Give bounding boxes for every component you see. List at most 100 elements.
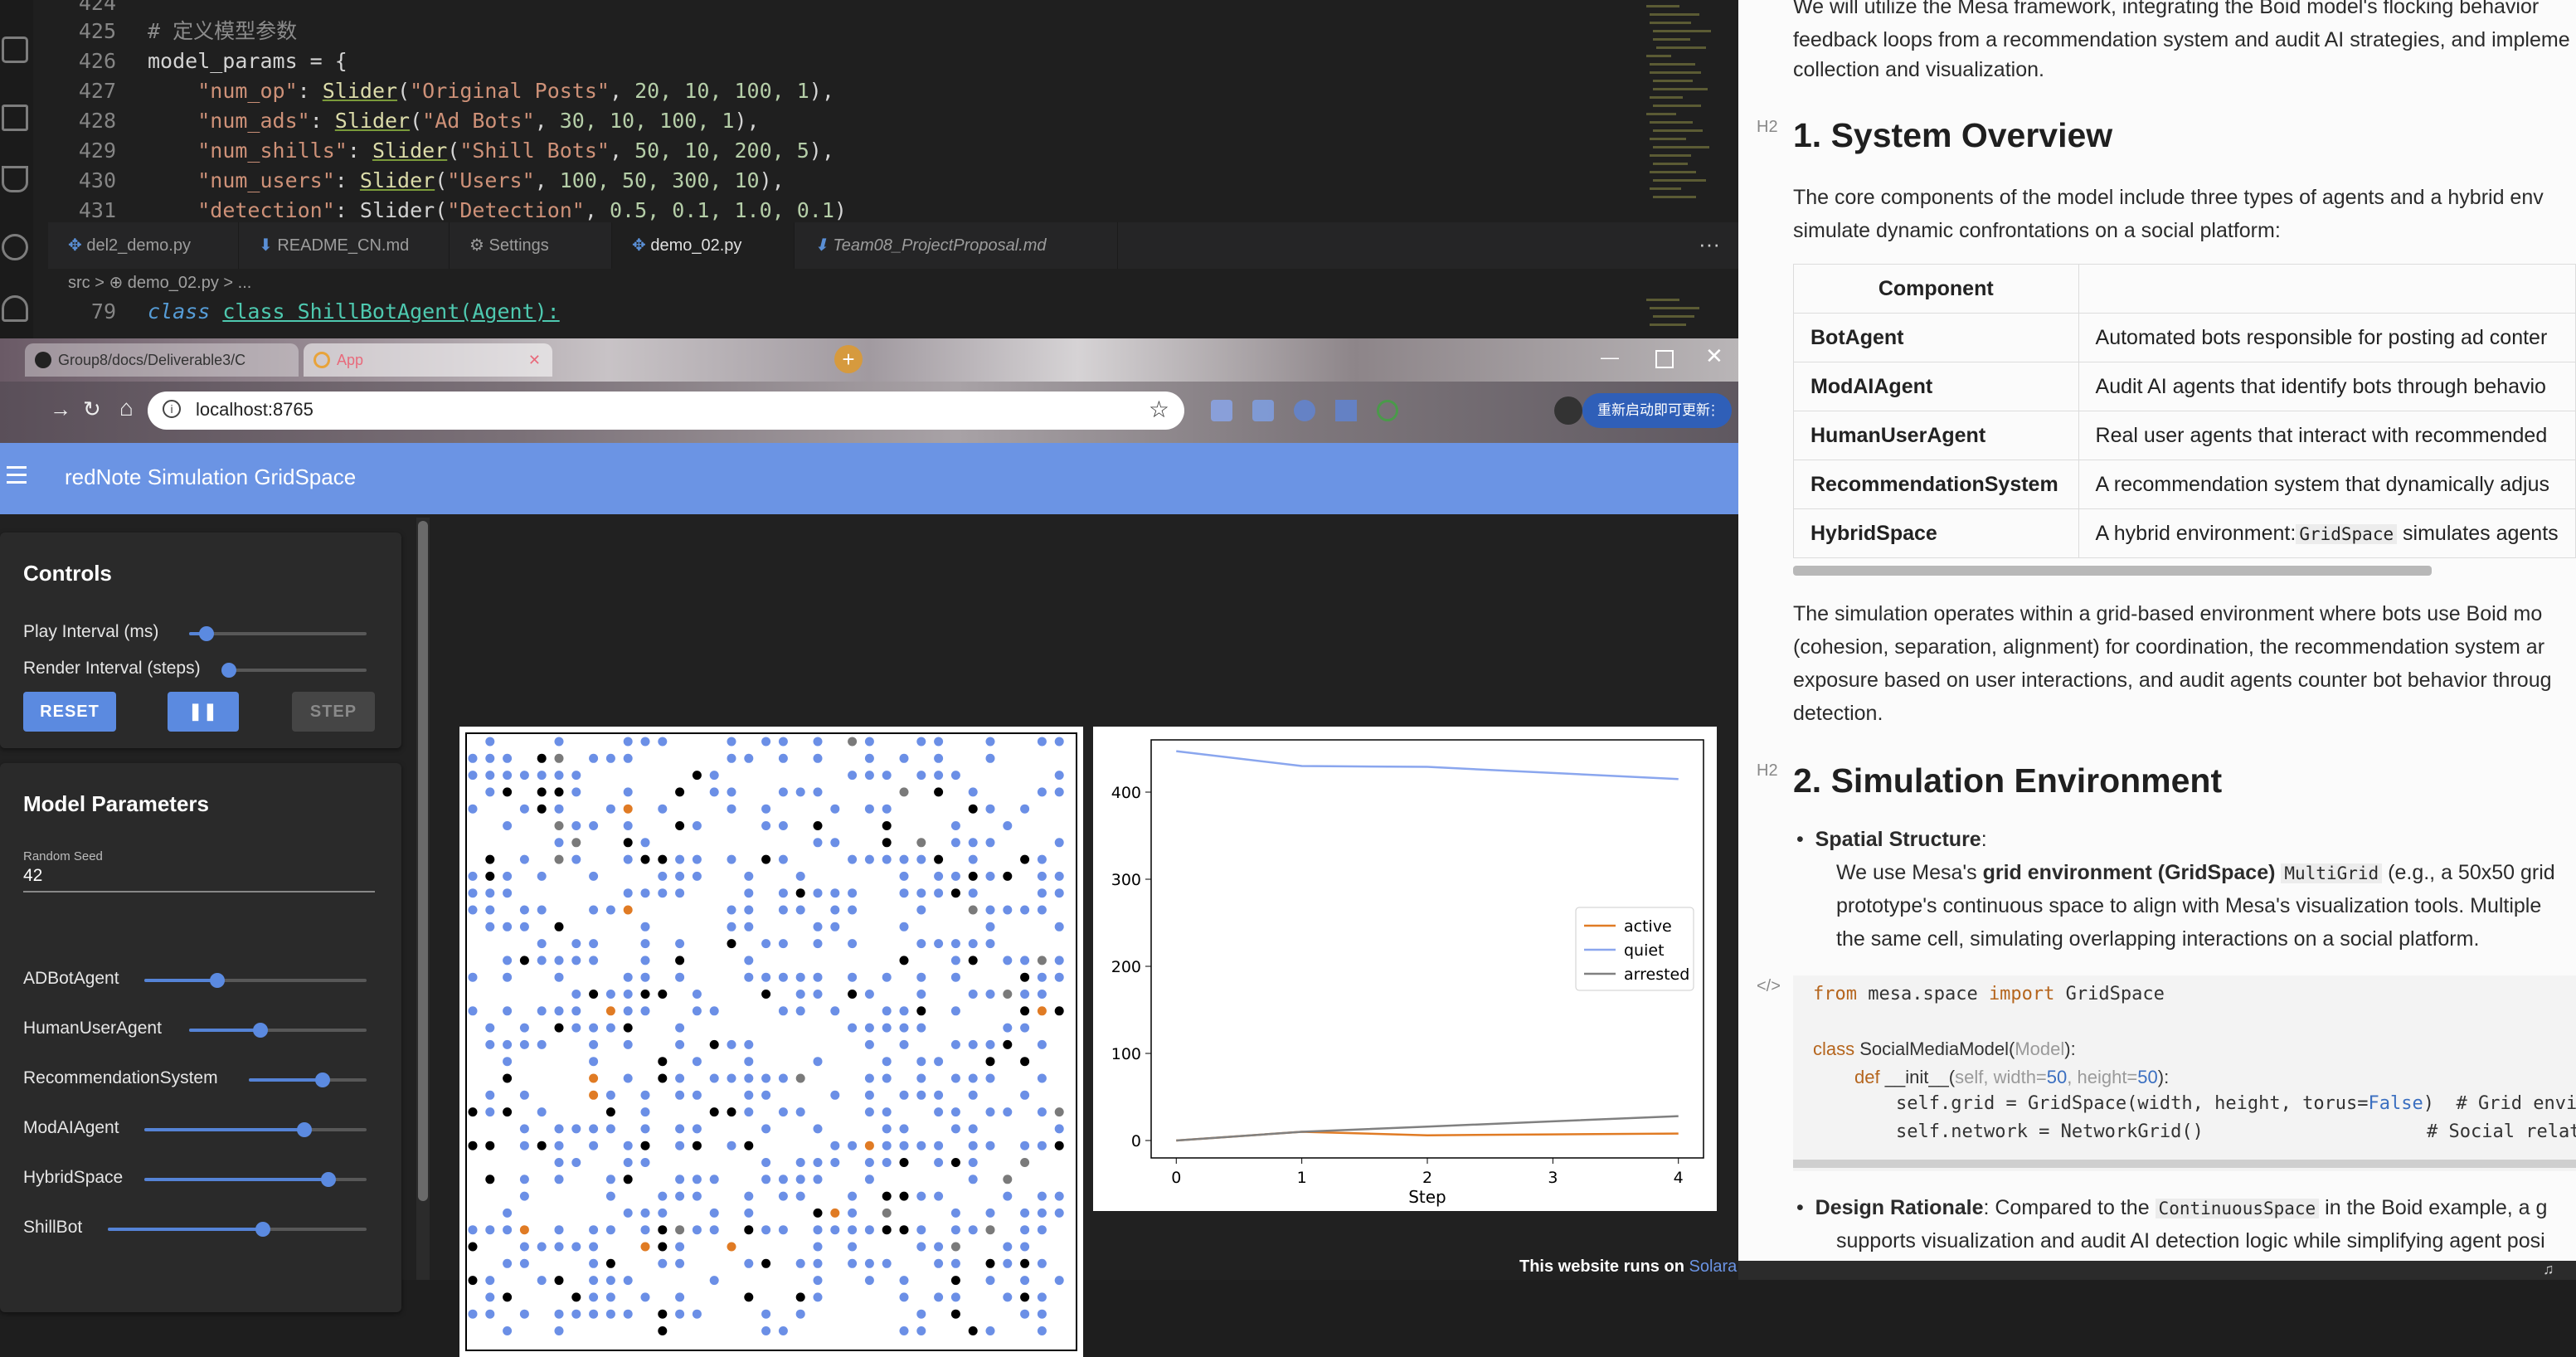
- tab-readme-cn[interactable]: ⬇ README_CN.md: [239, 222, 450, 269]
- agent-dot: [916, 990, 926, 999]
- code-line-426[interactable]: 426 model_params = {: [50, 46, 348, 76]
- address-bar[interactable]: i localhost:8765 ☆: [148, 392, 1184, 430]
- code-line-425[interactable]: 425 # 定义模型参数: [50, 17, 297, 46]
- sidebar-scroll-thumb[interactable]: [418, 521, 428, 1201]
- profile-avatar[interactable]: [1554, 396, 1582, 425]
- agent-dot: [744, 1073, 754, 1083]
- agent-dot: [795, 888, 805, 898]
- tab-team08-proposal[interactable]: ⬇ Team08_ProjectProposal.md: [795, 222, 1118, 269]
- code-line-428[interactable]: 428 "num_ads": Slider("Ad Bots", 30, 10,…: [50, 106, 760, 136]
- url-text[interactable]: localhost:8765: [196, 399, 313, 421]
- agent-dot: [485, 1107, 495, 1117]
- code-line-431[interactable]: 431 "detection": Slider("Detection", 0.5…: [50, 196, 847, 226]
- modaiagent-thumb[interactable]: [296, 1122, 312, 1137]
- reset-button[interactable]: RESET: [23, 692, 116, 732]
- extension-icon-2[interactable]: [1252, 400, 1274, 421]
- agent-dot: [1020, 972, 1030, 982]
- leaf-icon[interactable]: [2, 295, 28, 322]
- extension-icon-4[interactable]: [1377, 400, 1398, 421]
- agent-dot: [916, 905, 926, 915]
- grid-space-plot[interactable]: [459, 727, 1083, 1357]
- hamburger-menu-icon[interactable]: [7, 466, 27, 469]
- agent-dot: [658, 1242, 668, 1252]
- hybridspace-thumb[interactable]: [321, 1172, 337, 1187]
- shillbot-slider[interactable]: [108, 1222, 367, 1237]
- table-scrollbar[interactable]: [1793, 566, 2432, 576]
- tab-del2-demo[interactable]: ✥ del2_demo.py: [48, 222, 239, 269]
- reload-icon[interactable]: ↻: [83, 396, 101, 422]
- agent-dot: [899, 787, 909, 797]
- step-button[interactable]: STEP: [292, 692, 375, 732]
- browser-tab-github[interactable]: Group8/docs/Deliverable3/C: [25, 343, 299, 377]
- agent-dot: [1020, 990, 1030, 999]
- agent-dot: [571, 1242, 581, 1252]
- hybridspace-slider[interactable]: [144, 1172, 367, 1187]
- shillbot-thumb[interactable]: [255, 1222, 271, 1237]
- extensions-icon[interactable]: [2, 36, 28, 63]
- agent-dot: [916, 1309, 926, 1319]
- maximize-icon[interactable]: [1655, 350, 1674, 368]
- close-window-icon[interactable]: ✕: [1705, 343, 1723, 369]
- play-interval-thumb[interactable]: [199, 626, 215, 641]
- adbotagent-slider[interactable]: [144, 973, 367, 988]
- agent-dot: [727, 939, 736, 949]
- solara-link[interactable]: Solara: [1689, 1257, 1737, 1276]
- agent-dot: [1054, 787, 1064, 797]
- code-scrollbar[interactable]: [1793, 1160, 2576, 1168]
- humanuseragent-slider[interactable]: [189, 1023, 367, 1038]
- extension-icon-3[interactable]: [1294, 400, 1315, 421]
- pause-button[interactable]: ❚❚: [168, 692, 239, 732]
- agent-dot: [554, 956, 564, 965]
- random-seed-input[interactable]: 42: [23, 866, 375, 893]
- home-icon[interactable]: ⌂: [119, 395, 134, 421]
- agent-state-line-chart[interactable]: 0 100 200 300 400 0 1 2 3 4 Step active quiet arre…: [1093, 727, 1717, 1211]
- render-interval-slider[interactable]: [221, 663, 367, 678]
- recommendationsystem-thumb[interactable]: [315, 1072, 331, 1087]
- code-line-430[interactable]: 430 "num_users": Slider("Users", 100, 50…: [50, 166, 785, 196]
- modaiagent-slider[interactable]: [144, 1122, 367, 1137]
- adbotagent-thumb[interactable]: [210, 973, 226, 988]
- agent-dot: [605, 1023, 615, 1033]
- update-button[interactable]: 重新启动即可更新 ⋮: [1582, 393, 1732, 428]
- agent-dot: [605, 1175, 615, 1184]
- minimize-icon[interactable]: —: [1601, 347, 1619, 368]
- tab-settings[interactable]: ⚙ Settings: [450, 222, 612, 269]
- markdown-preview[interactable]: We will utilize the Mesa framework, inte…: [1738, 0, 2576, 1261]
- agent-dot: [554, 1242, 564, 1252]
- minimap[interactable]: [1638, 0, 1729, 340]
- agent-dot: [589, 1073, 599, 1083]
- agent-dot: [503, 1258, 513, 1268]
- bookmark-star-icon[interactable]: ☆: [1149, 396, 1169, 423]
- agent-dot: [882, 1023, 892, 1033]
- testing-icon[interactable]: [2, 166, 28, 192]
- recommendationsystem-slider[interactable]: [249, 1072, 367, 1087]
- filter-icon[interactable]: [1335, 400, 1357, 421]
- agent-dot: [503, 871, 513, 881]
- notification-icon[interactable]: ♫: [2543, 1261, 2554, 1278]
- code-line-429[interactable]: 429 "num_shills": Slider("Shill Bots", 5…: [50, 136, 834, 166]
- code-line-427[interactable]: 427 "num_op": Slider("Original Posts", 2…: [50, 76, 834, 106]
- sidebar-scrollbar[interactable]: [416, 518, 430, 1280]
- tab-demo-02[interactable]: ✥ demo_02.py: [612, 222, 795, 269]
- agent-dot: [1054, 1141, 1064, 1150]
- agent-dot: [848, 1242, 858, 1252]
- render-interval-thumb[interactable]: [221, 663, 236, 678]
- copilot-icon[interactable]: [2, 234, 28, 260]
- forward-icon[interactable]: →: [50, 396, 71, 422]
- agent-dot: [675, 888, 685, 898]
- agent-dot: [934, 1292, 944, 1302]
- humanuseragent-thumb[interactable]: [252, 1023, 268, 1038]
- breadcrumb[interactable]: src > ⊕ demo_02.py > ...: [68, 270, 251, 295]
- new-tab-button[interactable]: +: [834, 345, 863, 373]
- extension-icon-1[interactable]: [1211, 400, 1232, 421]
- close-tab-icon[interactable]: ✕: [528, 343, 541, 377]
- code-line-79[interactable]: 79 class class ShillBotAgent(Agent):: [50, 297, 560, 327]
- remote-explorer-icon[interactable]: [2, 105, 28, 131]
- play-interval-slider[interactable]: [189, 626, 367, 641]
- code-editor[interactable]: 424 425 # 定义模型参数 426 model_params = { 427 …: [0, 0, 1738, 340]
- code-line-424[interactable]: 424: [50, 0, 148, 18]
- agent-dot: [882, 1057, 892, 1067]
- site-info-icon[interactable]: i: [163, 400, 181, 418]
- browser-tab-app[interactable]: App ✕: [304, 343, 552, 377]
- code-block[interactable]: from mesa.space import GridSpace class S…: [1793, 975, 2576, 1171]
